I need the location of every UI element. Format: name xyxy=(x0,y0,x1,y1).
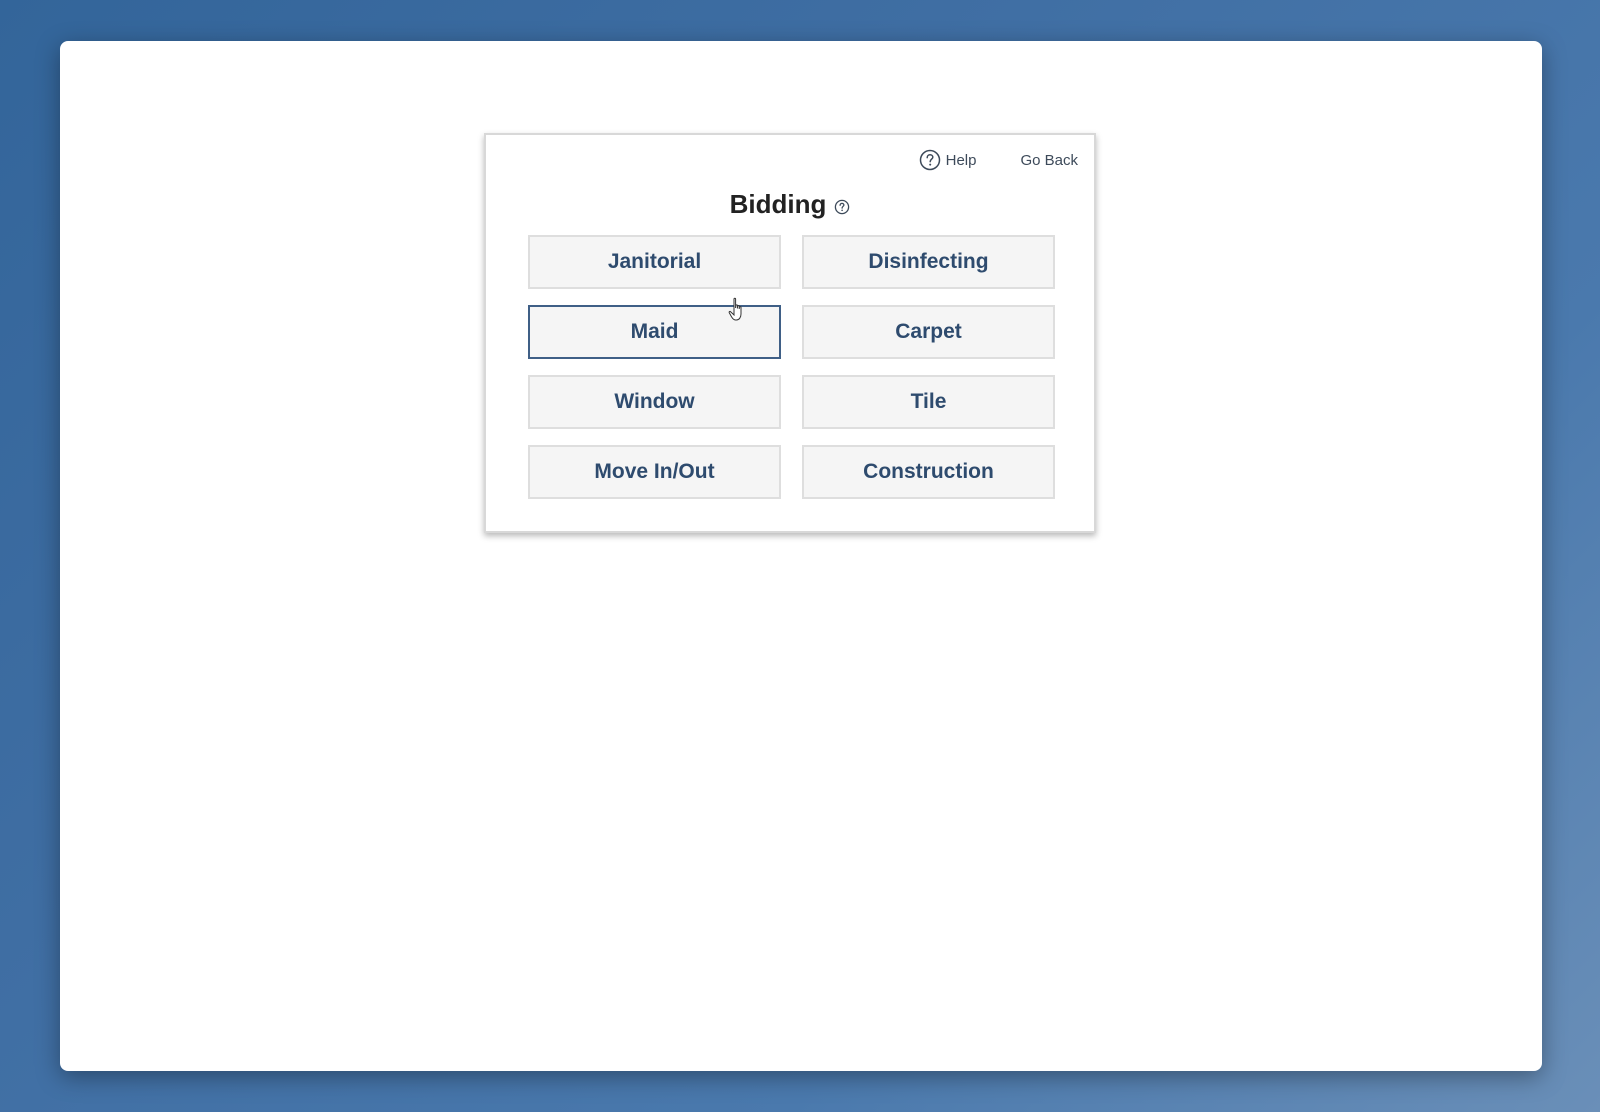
janitorial-button[interactable]: Janitorial xyxy=(528,235,781,289)
card-header-links: Help Go Back xyxy=(919,149,1078,171)
move-in-out-button[interactable]: Move In/Out xyxy=(528,445,781,499)
tile-button[interactable]: Tile xyxy=(802,375,1055,429)
help-label: Help xyxy=(945,151,977,169)
title-help-icon[interactable] xyxy=(834,199,850,215)
service-grid: Janitorial Disinfecting Maid Carpet Wind… xyxy=(528,235,1056,499)
hand-pointer-icon xyxy=(728,297,742,321)
question-circle-icon xyxy=(835,199,850,214)
bidding-card: Help Go Back Bidding Janitorial Disinfec… xyxy=(484,133,1096,533)
construction-button[interactable]: Construction xyxy=(802,445,1055,499)
title-row: Bidding xyxy=(486,189,1094,220)
page-title: Bidding xyxy=(729,189,827,219)
question-circle-icon xyxy=(919,149,940,171)
help-link[interactable]: Help xyxy=(919,149,977,171)
carpet-button[interactable]: Carpet xyxy=(802,305,1055,359)
disinfecting-button[interactable]: Disinfecting xyxy=(802,235,1055,289)
app-window: Help Go Back Bidding Janitorial Disinfec… xyxy=(60,41,1542,1071)
go-back-link[interactable]: Go Back xyxy=(1020,152,1078,169)
window-button[interactable]: Window xyxy=(528,375,781,429)
